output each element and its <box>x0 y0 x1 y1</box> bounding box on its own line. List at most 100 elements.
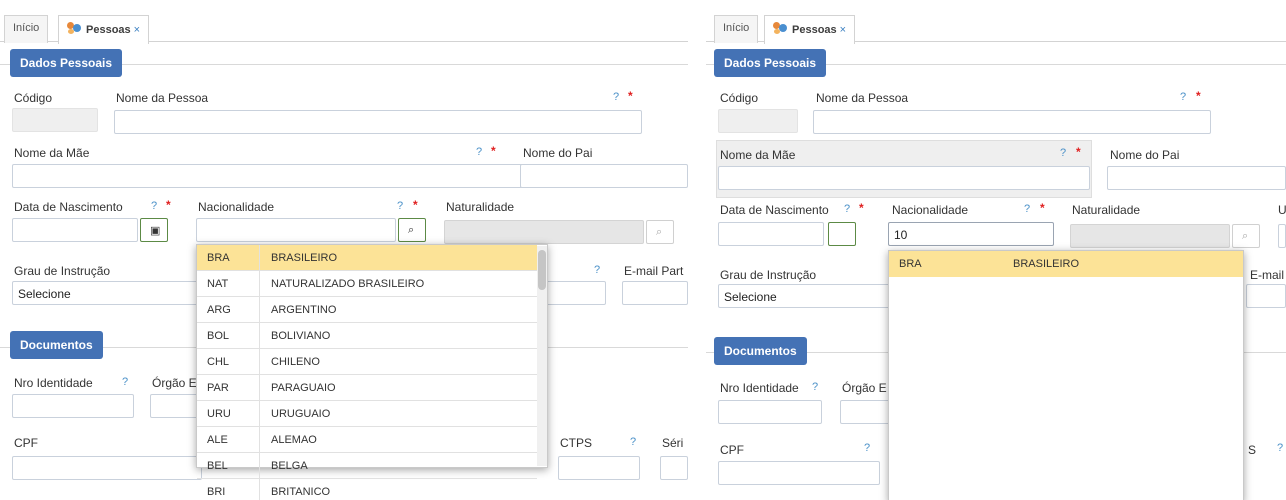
label-grau-instrucao: Grau de Instrução <box>720 268 817 282</box>
nacionalidade-search-button[interactable]: ⌕ <box>398 218 426 242</box>
nome-pai-field[interactable] <box>520 164 688 188</box>
help-icon[interactable]: ? <box>1060 147 1066 159</box>
label-nome-mae: Nome da Mãe <box>14 146 90 160</box>
required-marker: * <box>413 198 418 212</box>
nacionalidade-field[interactable]: 10 <box>888 222 1054 246</box>
nome-pessoa-field[interactable] <box>813 110 1211 134</box>
nome-pai-field[interactable] <box>1107 166 1286 190</box>
field-cut[interactable] <box>1278 224 1286 248</box>
tab-pessoas[interactable]: Pessoas × <box>58 15 150 44</box>
email-field[interactable] <box>1246 284 1286 308</box>
tab-home-label: Início <box>13 22 40 34</box>
people-icon <box>773 22 789 34</box>
data-nascimento-field[interactable] <box>12 218 138 242</box>
serie-field[interactable] <box>660 456 688 480</box>
section-personal-header: Dados Pessoais <box>10 49 123 77</box>
help-icon[interactable]: ? <box>122 376 128 388</box>
column-divider <box>259 401 260 426</box>
ctps-field[interactable] <box>558 456 640 480</box>
help-icon[interactable]: ? <box>476 146 482 158</box>
nro-identidade-field[interactable] <box>12 394 134 418</box>
label-cpf: CPF <box>720 443 744 457</box>
help-icon[interactable]: ? <box>1277 442 1283 454</box>
orgao-field[interactable] <box>840 400 890 424</box>
search-icon: ⌕ <box>1242 230 1249 242</box>
calendar-button[interactable]: ▣ <box>140 218 168 242</box>
naturalidade-search-button[interactable]: ⌕ <box>646 220 674 244</box>
grau-instrucao-value: Selecione <box>724 290 777 304</box>
close-icon[interactable]: × <box>840 24 846 36</box>
option-code: ALE <box>207 434 228 446</box>
naturalidade-field <box>1070 224 1230 248</box>
column-divider <box>259 297 260 322</box>
dropdown-option-chl[interactable]: CHL CHILENO <box>197 349 537 375</box>
help-icon[interactable]: ? <box>594 264 600 276</box>
nro-identidade-field[interactable] <box>718 400 822 424</box>
section-documents-header: Documentos <box>10 331 103 359</box>
dropdown-option-bri[interactable]: BRI BRITANICO <box>197 479 537 500</box>
nome-pessoa-field[interactable] <box>114 110 642 134</box>
data-nascimento-field[interactable] <box>718 222 824 246</box>
dropdown-option-nat[interactable]: NAT NATURALIZADO BRASILEIRO <box>197 271 537 297</box>
dropdown-option-par[interactable]: PAR PARAGUAIO <box>197 375 537 401</box>
help-icon[interactable]: ? <box>1024 203 1030 215</box>
email-field[interactable] <box>622 281 688 305</box>
dropdown-option-ale[interactable]: ALE ALEMAO <box>197 427 537 453</box>
option-name: CHILENO <box>271 356 320 368</box>
dropdown-scrollbar[interactable] <box>537 246 547 466</box>
nacionalidade-field[interactable] <box>196 218 396 242</box>
tab-home[interactable]: Início <box>4 15 49 43</box>
dropdown-option-bra[interactable]: BRA BRASILEIRO <box>889 251 1243 277</box>
nome-mae-field[interactable] <box>12 164 532 188</box>
option-code: BOL <box>207 330 230 342</box>
label-cut-s: S <box>1248 443 1257 457</box>
nome-mae-field[interactable] <box>718 166 1090 190</box>
column-divider <box>259 323 260 348</box>
scrollbar-thumb[interactable] <box>538 250 546 290</box>
dropdown-option-bel[interactable]: BEL BELGA <box>197 453 537 479</box>
tab-bar: Início Pessoas × <box>0 12 688 44</box>
dropdown-option-uru[interactable]: URU URUGUAIO <box>197 401 537 427</box>
help-icon[interactable]: ? <box>613 91 619 103</box>
section-personal-header: Dados Pessoais <box>714 49 827 77</box>
required-marker: * <box>859 201 864 215</box>
help-icon[interactable]: ? <box>151 200 157 212</box>
help-icon[interactable]: ? <box>844 203 850 215</box>
nacionalidade-value: 10 <box>894 228 908 242</box>
tab-pessoas[interactable]: Pessoas × <box>764 15 856 44</box>
cpf-field[interactable] <box>718 461 880 485</box>
grau-instrucao-select[interactable]: Selecione <box>718 284 908 308</box>
option-code: BRA <box>899 258 922 270</box>
cpf-field[interactable] <box>12 456 202 480</box>
dropdown-option-bra[interactable]: BRA BRASILEIRO <box>197 245 537 271</box>
label-serie: Séri <box>662 436 684 450</box>
orgao-field[interactable] <box>150 394 200 418</box>
section-documents-header: Documentos <box>714 337 807 365</box>
required-marker: * <box>628 89 633 103</box>
help-icon[interactable]: ? <box>812 381 818 393</box>
label-codigo: Código <box>14 91 53 105</box>
nationality-dropdown: BRA BRASILEIRO NAT NATURALIZADO BRASILEIRO A… <box>196 244 548 500</box>
dropdown-option-arg[interactable]: ARG ARGENTINO <box>197 297 537 323</box>
help-icon[interactable]: ? <box>1180 91 1186 103</box>
dropdown-option-bol[interactable]: BOL BOLIVIANO <box>197 323 537 349</box>
field[interactable] <box>544 281 606 305</box>
grau-instrucao-value: Selecione <box>18 287 71 301</box>
option-code: BRI <box>207 486 226 498</box>
option-name: BRITANICO <box>271 486 331 498</box>
option-name: BRASILEIRO <box>1013 258 1080 270</box>
tab-home[interactable]: Início <box>714 15 759 43</box>
label-nome-pai: Nome do Pai <box>523 146 593 160</box>
required-marker: * <box>1076 145 1081 159</box>
calendar-button[interactable] <box>828 222 856 246</box>
naturalidade-field <box>444 220 644 244</box>
grau-instrucao-select[interactable]: Selecione <box>12 281 202 305</box>
close-icon[interactable]: × <box>134 24 140 36</box>
help-icon[interactable]: ? <box>864 442 870 454</box>
help-icon[interactable]: ? <box>630 436 636 448</box>
option-name: NATURALIZADO BRASILEIRO <box>271 278 425 290</box>
tab-pessoas-label: Pessoas <box>792 24 837 36</box>
help-icon[interactable]: ? <box>397 200 403 212</box>
option-code: BRA <box>207 252 230 264</box>
naturalidade-search-button[interactable]: ⌕ <box>1232 224 1260 248</box>
